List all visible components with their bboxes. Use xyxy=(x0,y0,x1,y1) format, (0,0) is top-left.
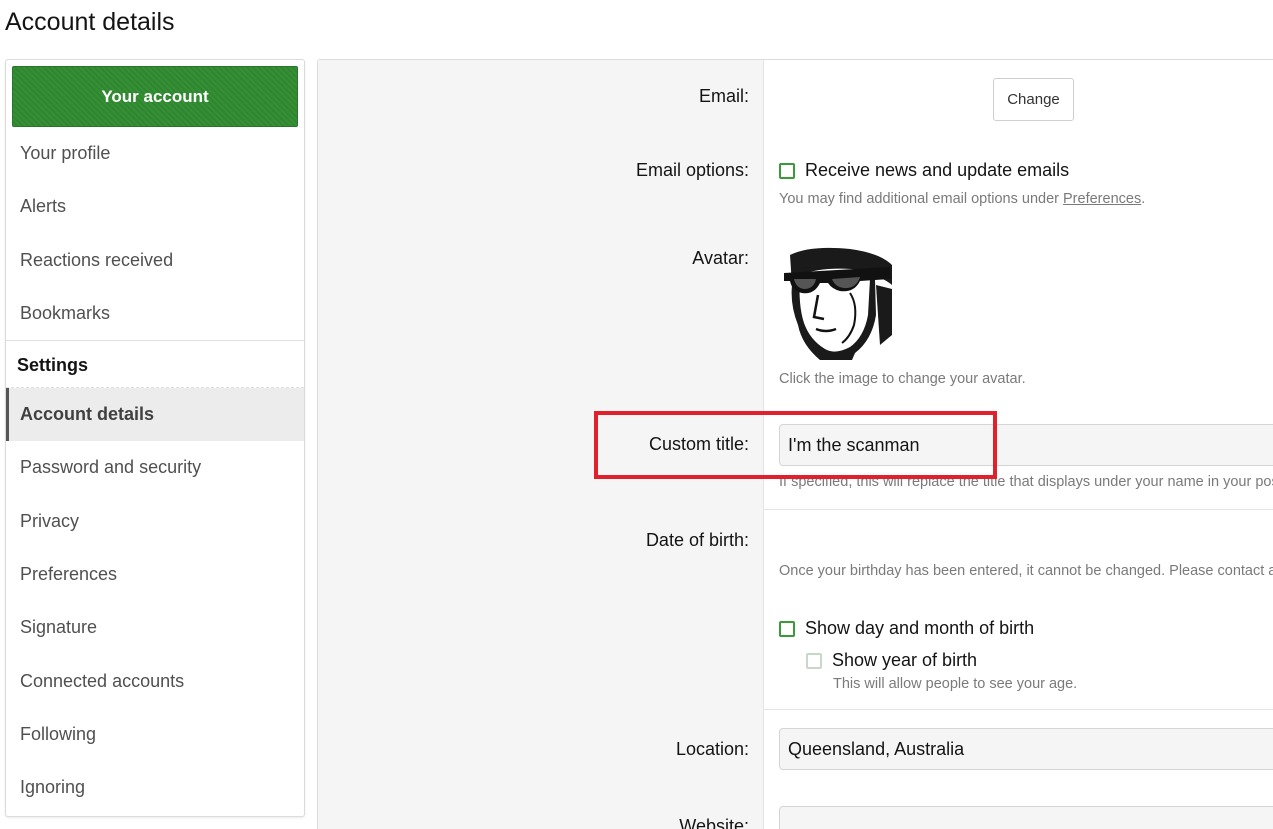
location-label: Location: xyxy=(675,739,749,759)
preferences-link[interactable]: Preferences xyxy=(1063,191,1141,207)
dob-label: Date of birth: xyxy=(645,530,749,550)
sidebar-item-password-security[interactable]: Password and security xyxy=(6,441,304,494)
account-sidebar: Your account Your profile Alerts Reactio… xyxy=(5,59,305,817)
email-options-label: Email options: xyxy=(635,160,749,180)
page-title: Account details xyxy=(5,8,175,36)
custom-title-label: Custom title: xyxy=(648,434,749,454)
email-label: Email: xyxy=(698,86,749,106)
custom-title-hint: If specified, this will replace the titl… xyxy=(779,474,1273,490)
website-input[interactable] xyxy=(779,806,1273,829)
sidebar-header-your-account[interactable]: Your account xyxy=(12,66,298,127)
sidebar-item-preferences[interactable]: Preferences xyxy=(6,548,304,601)
show-day-month-checkbox-row[interactable]: Show day and month of birth xyxy=(779,618,1034,639)
show-day-month-label: Show day and month of birth xyxy=(805,618,1035,638)
show-year-checkbox-row[interactable]: Show year of birth xyxy=(806,650,977,671)
sidebar-item-following[interactable]: Following xyxy=(6,708,304,761)
show-year-hint: This will allow people to see your age. xyxy=(833,676,1078,692)
sidebar-item-ignoring[interactable]: Ignoring xyxy=(6,761,304,814)
sidebar-item-bookmarks[interactable]: Bookmarks xyxy=(6,287,304,340)
custom-title-input[interactable] xyxy=(779,424,1273,466)
receive-news-label: Receive news and update emails xyxy=(805,160,1070,180)
form-label-column: Email: Email options: Avatar: Custom tit… xyxy=(318,60,764,829)
sidebar-item-account-details[interactable]: Account details xyxy=(6,388,304,442)
receive-news-checkbox[interactable] xyxy=(779,162,795,179)
avatar-label: Avatar: xyxy=(692,248,749,268)
account-details-form: Email: Email options: Avatar: Custom tit… xyxy=(317,59,1273,829)
change-email-button[interactable]: Change xyxy=(993,78,1074,121)
receive-news-checkbox-row[interactable]: Receive news and update emails xyxy=(779,160,1069,181)
sidebar-item-alerts[interactable]: Alerts xyxy=(6,180,304,233)
show-year-label: Show year of birth xyxy=(832,650,978,670)
dob-hint: Once your birthday has been entered, it … xyxy=(779,563,1273,579)
sidebar-item-connected-accounts[interactable]: Connected accounts xyxy=(6,655,304,708)
sidebar-item-signature[interactable]: Signature xyxy=(6,601,304,654)
divider xyxy=(764,509,1273,510)
avatar-hint: Click the image to change your avatar. xyxy=(779,371,1026,387)
sidebar-item-reactions-received[interactable]: Reactions received xyxy=(6,234,304,287)
location-input[interactable] xyxy=(779,728,1273,770)
avatar-image[interactable] xyxy=(780,245,895,360)
website-label: Website: xyxy=(679,816,749,829)
show-day-month-checkbox[interactable] xyxy=(779,620,795,637)
show-year-checkbox[interactable] xyxy=(806,652,822,669)
email-options-hint: You may find additional email options un… xyxy=(779,191,1146,207)
sidebar-item-privacy[interactable]: Privacy xyxy=(6,495,304,548)
form-content-column: Change Receive news and update emails Yo… xyxy=(764,60,1273,829)
sidebar-item-your-profile[interactable]: Your profile xyxy=(6,127,304,180)
sidebar-section-settings: Settings xyxy=(6,340,304,389)
divider xyxy=(764,709,1273,710)
